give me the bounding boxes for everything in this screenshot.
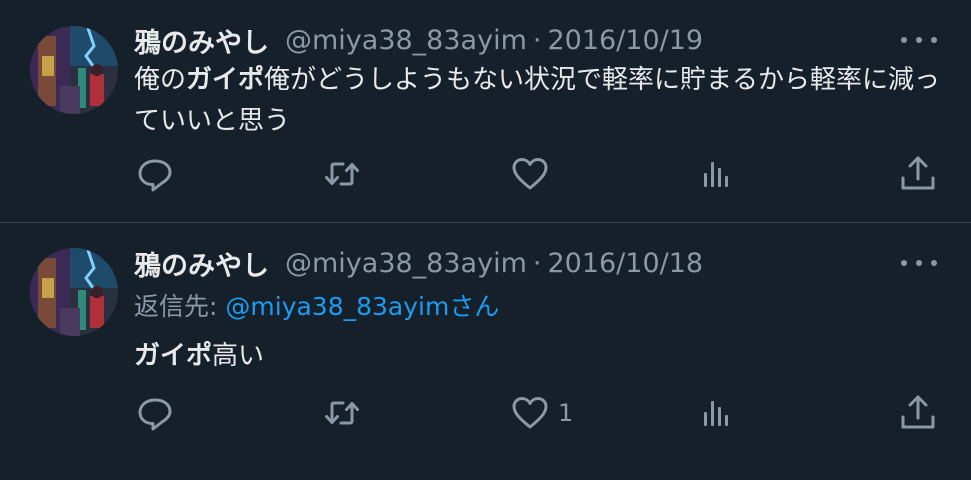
views-button[interactable] (697, 154, 737, 194)
views-icon (704, 162, 728, 187)
heart-icon (512, 158, 548, 190)
heart-icon (512, 397, 548, 429)
user-handle[interactable]: @miya38_83ayim (285, 25, 527, 56)
more-icon[interactable] (901, 33, 937, 47)
tweet-header: 鴉のみやし @miya38_83ayim · 2016/10/18 (134, 244, 703, 283)
avatar-image (30, 26, 118, 114)
retweet-icon (325, 162, 359, 186)
tweet-header: 鴉のみやし @miya38_83ayim · 2016/10/19 (134, 21, 703, 60)
share-button[interactable] (898, 393, 938, 433)
avatar[interactable] (30, 26, 118, 114)
share-button[interactable] (898, 154, 938, 194)
user-handle[interactable]: @miya38_83ayim (285, 248, 527, 279)
reply-prefix: 返信先: (134, 292, 218, 321)
retweet-button[interactable] (322, 393, 362, 433)
reply-context: 返信先: @miya38_83ayimさん (134, 287, 499, 323)
tweet[interactable]: 鴉のみやし @miya38_83ayim · 2016/10/19 俺のガイポ俺… (0, 0, 971, 223)
share-icon (901, 395, 935, 429)
tweet-text: 俺のガイポ俺がどうしようもない状況で軽率に貯まるから軽率に減っていいと思う (134, 60, 944, 142)
tweet-actions (0, 154, 971, 194)
retweet-icon (325, 401, 359, 425)
like-button[interactable] (510, 154, 558, 194)
reply-button[interactable] (135, 393, 175, 433)
display-name[interactable]: 鴉のみやし (134, 21, 269, 60)
reply-suffix: さん (449, 292, 500, 321)
reply-button[interactable] (135, 154, 175, 194)
tweet-date[interactable]: 2016/10/18 (547, 248, 703, 279)
reply-icon (138, 398, 172, 431)
like-button[interactable]: 1 (510, 393, 573, 433)
tweet-text-part: 高い (212, 341, 265, 371)
views-button[interactable] (697, 393, 737, 433)
like-count: 1 (558, 399, 574, 427)
reply-icon (138, 159, 172, 192)
more-icon[interactable] (901, 256, 937, 270)
tweet-actions: 1 (0, 393, 971, 433)
tweet-text: ガイポ高い (134, 336, 944, 377)
separator: · (532, 24, 542, 56)
retweet-button[interactable] (322, 154, 362, 194)
tweet-date[interactable]: 2016/10/19 (547, 25, 703, 56)
tweet-text-part: 俺の (134, 65, 187, 95)
views-icon (704, 401, 728, 426)
tweet-text-bold: ガイポ (134, 341, 213, 371)
reply-mention-link[interactable]: @miya38_83ayim (225, 292, 449, 321)
avatar[interactable] (30, 248, 118, 336)
tweet[interactable]: 鴉のみやし @miya38_83ayim · 2016/10/18 返信先: @… (0, 223, 971, 480)
separator: · (532, 247, 542, 279)
share-icon (901, 156, 935, 190)
display-name[interactable]: 鴉のみやし (134, 244, 269, 283)
tweet-text-bold: ガイポ (186, 65, 265, 95)
avatar-image (30, 248, 118, 336)
